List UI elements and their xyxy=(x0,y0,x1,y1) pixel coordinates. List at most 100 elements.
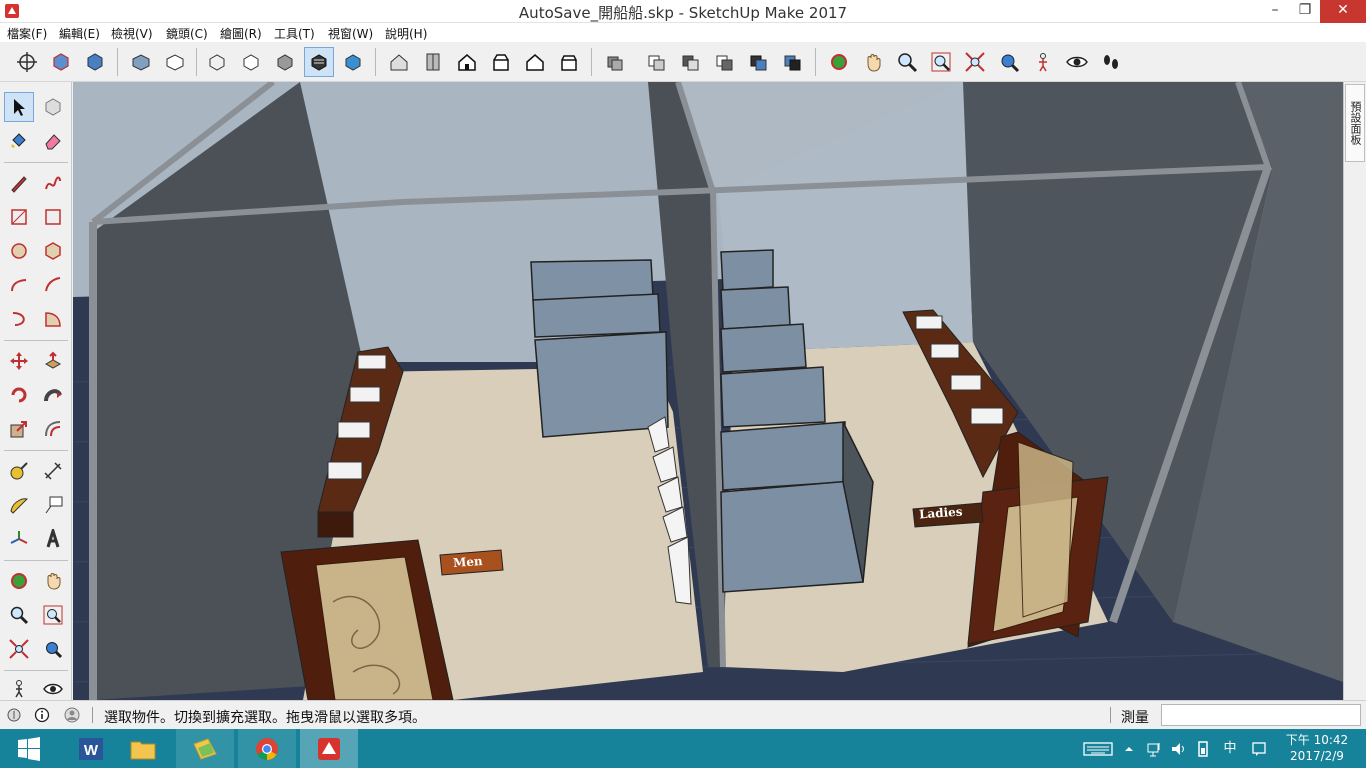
speaker-volume-icon[interactable] xyxy=(1170,740,1188,758)
taskbar-word[interactable]: W xyxy=(62,729,120,768)
menu-camera[interactable]: 鏡頭(C) xyxy=(166,25,208,42)
top-house-icon[interactable] xyxy=(418,47,448,77)
menu-draw[interactable]: 繪圖(R) xyxy=(220,25,262,42)
eraser-icon[interactable] xyxy=(38,126,68,156)
left-house-icon[interactable] xyxy=(554,47,584,77)
position-camera-icon[interactable] xyxy=(1028,47,1058,77)
right-house-icon[interactable] xyxy=(486,47,516,77)
follow-me-icon[interactable] xyxy=(38,380,68,410)
text-label-icon[interactable] xyxy=(38,490,68,520)
taskbar-photos[interactable] xyxy=(176,729,234,768)
close-button[interactable]: ✕ xyxy=(1320,0,1366,23)
offset-icon[interactable] xyxy=(38,414,68,444)
dimension-icon[interactable] xyxy=(38,456,68,486)
paint-bucket-icon[interactable] xyxy=(4,126,34,156)
circle-icon[interactable] xyxy=(4,236,34,266)
taskbar-sketchup[interactable] xyxy=(300,729,358,768)
back-house-icon[interactable] xyxy=(520,47,550,77)
previous-view-tool-icon[interactable] xyxy=(38,634,68,664)
show-hidden-icons-icon[interactable] xyxy=(1122,740,1136,758)
default-tray-tab[interactable]: 預設面板 xyxy=(1345,84,1365,162)
orbit-tool-icon[interactable] xyxy=(4,566,34,596)
orbit-icon[interactable] xyxy=(824,47,854,77)
iso-view-icon[interactable] xyxy=(126,47,156,77)
status-bar: 選取物件。切換到擴充選取。拖曳滑鼠以選取多項。 測量 xyxy=(0,700,1366,729)
iso-house-icon[interactable] xyxy=(384,47,414,77)
credits-info-icon[interactable] xyxy=(34,707,50,723)
split-icon[interactable] xyxy=(778,47,808,77)
three-point-arc-icon[interactable] xyxy=(4,304,34,334)
rotated-rectangle-icon[interactable] xyxy=(38,202,68,232)
keyboard-icon[interactable] xyxy=(1083,740,1113,758)
3d-text-icon[interactable] xyxy=(38,524,68,554)
look-around-eye-icon[interactable] xyxy=(1062,47,1092,77)
top-view-icon[interactable] xyxy=(160,47,190,77)
xray-style-icon[interactable] xyxy=(202,47,232,77)
axes-icon[interactable] xyxy=(4,524,34,554)
zoom-extents-icon[interactable] xyxy=(960,47,990,77)
scale-icon[interactable] xyxy=(4,414,34,444)
taskbar-clock[interactable]: 下午 10:42 2017/2/9 xyxy=(1282,732,1352,764)
protractor-icon[interactable] xyxy=(4,490,34,520)
status-message: 選取物件。切換到擴充選取。拖曳滑鼠以選取多項。 xyxy=(104,710,426,726)
taskbar-chrome[interactable] xyxy=(238,729,296,768)
front-house-icon[interactable] xyxy=(452,47,482,77)
measurements-input[interactable] xyxy=(1161,704,1361,726)
zoom-extents-tool-icon[interactable] xyxy=(4,634,34,664)
zoom-window-tool-icon[interactable] xyxy=(38,600,68,630)
user-account-icon[interactable] xyxy=(64,707,80,723)
intersect-icon[interactable] xyxy=(642,47,672,77)
menu-view[interactable]: 檢視(V) xyxy=(111,25,153,42)
textured-style-icon[interactable] xyxy=(338,47,368,77)
pan-tool-icon[interactable] xyxy=(38,566,68,596)
orbit-crosshair-icon[interactable] xyxy=(12,47,42,77)
battery-icon[interactable] xyxy=(1194,740,1212,758)
maximize-button[interactable]: ❐ xyxy=(1290,0,1320,23)
pan-hand-icon[interactable] xyxy=(858,47,888,77)
arc-icon[interactable] xyxy=(4,270,34,300)
pie-icon[interactable] xyxy=(38,304,68,334)
polygon-icon[interactable] xyxy=(38,236,68,266)
ime-indicator[interactable]: 中 xyxy=(1221,740,1239,758)
wireframe-style-icon[interactable] xyxy=(236,47,266,77)
two-point-arc-icon[interactable] xyxy=(38,270,68,300)
move-icon[interactable] xyxy=(4,346,34,376)
tape-measure-icon[interactable] xyxy=(4,456,34,486)
trim-icon[interactable] xyxy=(744,47,774,77)
geo-location-icon[interactable] xyxy=(6,707,22,723)
shaded-style-icon[interactable] xyxy=(304,47,334,77)
network-icon[interactable] xyxy=(1146,740,1164,758)
action-center-icon[interactable] xyxy=(1250,740,1268,758)
subtract-icon[interactable] xyxy=(710,47,740,77)
menu-tools[interactable]: 工具(T) xyxy=(274,25,315,42)
taskbar-file-explorer[interactable] xyxy=(114,729,172,768)
men-sign-text: Men xyxy=(452,553,484,571)
select-arrow-icon[interactable] xyxy=(4,92,34,122)
restroom-3d-model[interactable] xyxy=(73,82,1343,700)
union-icon[interactable] xyxy=(676,47,706,77)
zoom-window-icon[interactable] xyxy=(926,47,956,77)
rotate-icon[interactable] xyxy=(4,380,34,410)
component-icon[interactable] xyxy=(46,47,76,77)
rectangle-icon[interactable] xyxy=(4,202,34,232)
previous-view-icon[interactable] xyxy=(994,47,1024,77)
menu-window[interactable]: 視窗(W) xyxy=(328,25,373,42)
chrome-icon xyxy=(256,737,278,760)
photos-icon xyxy=(193,737,217,760)
model-viewport[interactable]: Men Ladies xyxy=(73,82,1343,700)
freehand-icon[interactable] xyxy=(38,168,68,198)
zoom-icon[interactable] xyxy=(892,47,922,77)
make-component-icon[interactable] xyxy=(38,92,68,122)
outer-shell-icon[interactable] xyxy=(600,47,630,77)
menu-file[interactable]: 檔案(F) xyxy=(7,25,47,42)
menu-edit[interactable]: 編輯(E) xyxy=(59,25,100,42)
minimize-button[interactable]: – xyxy=(1260,0,1290,23)
start-button[interactable] xyxy=(0,729,58,768)
menu-help[interactable]: 說明(H) xyxy=(385,25,427,42)
line-pencil-icon[interactable] xyxy=(4,168,34,198)
push-pull-icon[interactable] xyxy=(38,346,68,376)
warehouse-icon[interactable] xyxy=(80,47,110,77)
hidden-line-style-icon[interactable] xyxy=(270,47,300,77)
walk-footprints-icon[interactable] xyxy=(1096,47,1126,77)
zoom-tool-icon[interactable] xyxy=(4,600,34,630)
